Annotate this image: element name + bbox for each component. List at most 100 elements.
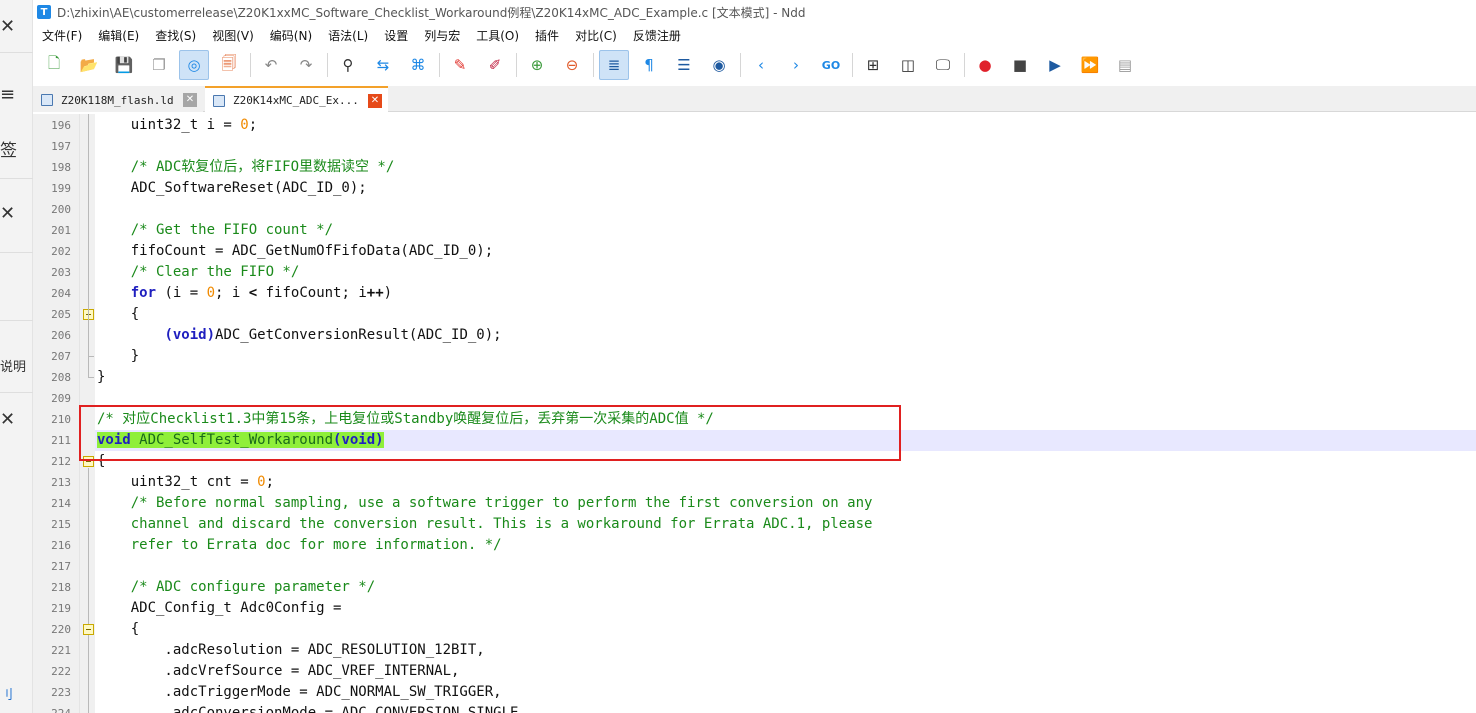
save-all-icon[interactable]: ❐ <box>144 50 174 80</box>
close-icon[interactable]: ✕ <box>368 94 382 108</box>
code-text: ADC_Config_t Adc0Config = <box>97 598 342 619</box>
show-symbols-icon[interactable]: ¶ <box>634 50 664 80</box>
find-icon[interactable]: ⚲ <box>333 50 363 80</box>
run-multiple-icon[interactable]: ⏩ <box>1075 50 1105 80</box>
code-line[interactable]: 217 <box>33 556 1476 577</box>
code-line[interactable]: 221 .adcResolution = ADC_RESOLUTION_12BI… <box>33 640 1476 661</box>
line-number: 204 <box>51 287 71 300</box>
code-line[interactable]: 208} <box>33 367 1476 388</box>
line-number: 222 <box>51 665 71 678</box>
line-number: 206 <box>51 329 71 342</box>
code-line[interactable]: 218 /* ADC configure parameter */ <box>33 577 1476 598</box>
tab-flash-ld[interactable]: Z20K118M_flash.ld ✕ <box>33 88 203 112</box>
fold-guide <box>88 377 94 378</box>
code-token: .adcConversionMode = ADC_CONVERSION_SING… <box>97 705 527 713</box>
code-token: .adcTriggerMode = ADC_NORMAL_SW_TRIGGER, <box>97 684 502 700</box>
code-line[interactable]: 197 <box>33 136 1476 157</box>
code-line[interactable]: 206 (void)ADC_GetConversionResult(ADC_ID… <box>33 325 1476 346</box>
tab-adc-example[interactable]: Z20K14xMC_ADC_Ex... ✕ <box>205 86 388 113</box>
menu-compare[interactable]: 对比(C) <box>575 27 617 44</box>
code-token: (i = <box>156 285 207 301</box>
next-icon[interactable]: › <box>781 50 811 80</box>
replace-icon[interactable]: ⇆ <box>368 50 398 80</box>
menu-encoding[interactable]: 编码(N) <box>270 27 312 44</box>
code-line[interactable]: 203 /* Clear the FIFO */ <box>33 262 1476 283</box>
fold-toggle-icon[interactable] <box>83 624 94 635</box>
menu-language[interactable]: 语法(L) <box>328 27 368 44</box>
close-icon[interactable]: ✕ <box>183 93 197 107</box>
code-line[interactable]: 205 { <box>33 304 1476 325</box>
eraser-icon[interactable]: ✐ <box>480 50 510 80</box>
code-line[interactable]: 216 refer to Errata doc for more informa… <box>33 535 1476 556</box>
indent-guide-icon[interactable]: ☰ <box>669 50 699 80</box>
code-line[interactable]: 219 ADC_Config_t Adc0Config = <box>33 598 1476 619</box>
save-icon[interactable]: 💾 <box>109 50 139 80</box>
menu-column-macro[interactable]: 列与宏 <box>424 27 460 44</box>
code-line[interactable]: 213 uint32_t cnt = 0; <box>33 472 1476 493</box>
line-number: 217 <box>51 560 71 573</box>
code-line[interactable]: 220 { <box>33 619 1476 640</box>
record-macro-icon[interactable]: ● <box>970 50 1000 80</box>
line-number: 213 <box>51 476 71 489</box>
menu-settings[interactable]: 设置 <box>384 27 408 44</box>
menu-feedback[interactable]: 反馈注册 <box>633 27 681 44</box>
menu-search[interactable]: 查找(S) <box>155 27 196 44</box>
menu-file[interactable]: 文件(F) <box>42 27 82 44</box>
code-line[interactable]: 214 /* Before normal sampling, use a sof… <box>33 493 1476 514</box>
close-file-icon[interactable]: 🗐 <box>214 50 244 80</box>
marker-red-icon[interactable]: ✎ <box>445 50 475 80</box>
file-sync-icon[interactable]: ◎ <box>179 50 209 80</box>
split-vertical-icon[interactable]: ◫ <box>893 50 923 80</box>
code-token: /* Clear the FIFO */ <box>97 264 300 280</box>
code-token: ADC_SoftwareReset(ADC_ID_0); <box>97 180 367 196</box>
close-icon[interactable]: ✕ <box>0 16 33 37</box>
code-line[interactable]: 202 fifoCount = ADC_GetNumOfFifoData(ADC… <box>33 241 1476 262</box>
new-file-icon[interactable]: 🗋 <box>39 50 69 80</box>
undo-icon[interactable]: ↶ <box>256 50 286 80</box>
close-icon[interactable]: ✕ <box>0 409 33 430</box>
line-number: 224 <box>33 703 71 713</box>
code-line[interactable]: 201 /* Get the FIFO count */ <box>33 220 1476 241</box>
zoom-out-icon[interactable]: ⊖ <box>557 50 587 80</box>
open-folder-icon[interactable]: 📂 <box>74 50 104 80</box>
goto-icon[interactable]: GO <box>816 50 846 80</box>
fold-guide <box>88 114 89 377</box>
code-token: 0 <box>240 117 249 133</box>
code-line[interactable]: 207 } <box>33 346 1476 367</box>
code-line[interactable]: 198 /* ADC软复位后，将FIFO里数据读空 */ <box>33 157 1476 178</box>
menu-icon[interactable]: ≡ <box>0 84 33 105</box>
word-wrap-icon[interactable]: ≣ <box>599 50 629 80</box>
code-token: ADC_Config_t Adc0Config = <box>97 600 342 616</box>
tab-label: Z20K14xMC_ADC_Ex... <box>233 94 359 107</box>
code-token: /* Get the FIFO count */ <box>97 222 334 238</box>
redo-icon[interactable]: ↷ <box>291 50 321 80</box>
menu-view[interactable]: 视图(V) <box>212 27 254 44</box>
menu-plugins[interactable]: 插件 <box>535 27 559 44</box>
code-line[interactable]: 199 ADC_SoftwareReset(ADC_ID_0); <box>33 178 1476 199</box>
bookmark-icon[interactable]: ⌘ <box>403 50 433 80</box>
menu-edit[interactable]: 编辑(E) <box>98 27 139 44</box>
monitor-icon[interactable]: 🖵 <box>928 50 958 80</box>
save-macro-icon[interactable]: ▤ <box>1110 50 1140 80</box>
stop-macro-icon[interactable]: ■ <box>1005 50 1035 80</box>
divider <box>0 52 33 53</box>
code-line[interactable]: 222 .adcVrefSource = ADC_VREF_INTERNAL, <box>33 661 1476 682</box>
highlight-icon[interactable]: ◉ <box>704 50 734 80</box>
split-horizontal-icon[interactable]: ⊞ <box>858 50 888 80</box>
code-token: .adcVrefSource = ADC_VREF_INTERNAL, <box>97 663 460 679</box>
code-line[interactable]: 224 .adcConversionMode = ADC_CONVERSION_… <box>33 703 1476 713</box>
code-line[interactable]: 204 for (i = 0; i < fifoCount; i++) <box>33 283 1476 304</box>
toolbar-separator <box>593 53 594 77</box>
code-line[interactable]: 215 channel and discard the conversion r… <box>33 514 1476 535</box>
play-macro-icon[interactable]: ▶ <box>1040 50 1070 80</box>
code-token: { <box>97 306 140 322</box>
code-token: /* ADC软复位后，将FIFO里数据读空 */ <box>97 159 395 175</box>
code-editor[interactable]: 196 uint32_t i = 0; 197 198 /* ADC软复位后，将FI… <box>33 114 1476 713</box>
code-line[interactable]: 196 uint32_t i = 0; <box>33 115 1476 136</box>
prev-icon[interactable]: ‹ <box>746 50 776 80</box>
code-line[interactable]: 200 <box>33 199 1476 220</box>
code-line[interactable]: 223 .adcTriggerMode = ADC_NORMAL_SW_TRIG… <box>33 682 1476 703</box>
menu-tools[interactable]: 工具(O) <box>476 27 519 44</box>
zoom-in-icon[interactable]: ⊕ <box>522 50 552 80</box>
close-icon[interactable]: ✕ <box>0 203 33 224</box>
